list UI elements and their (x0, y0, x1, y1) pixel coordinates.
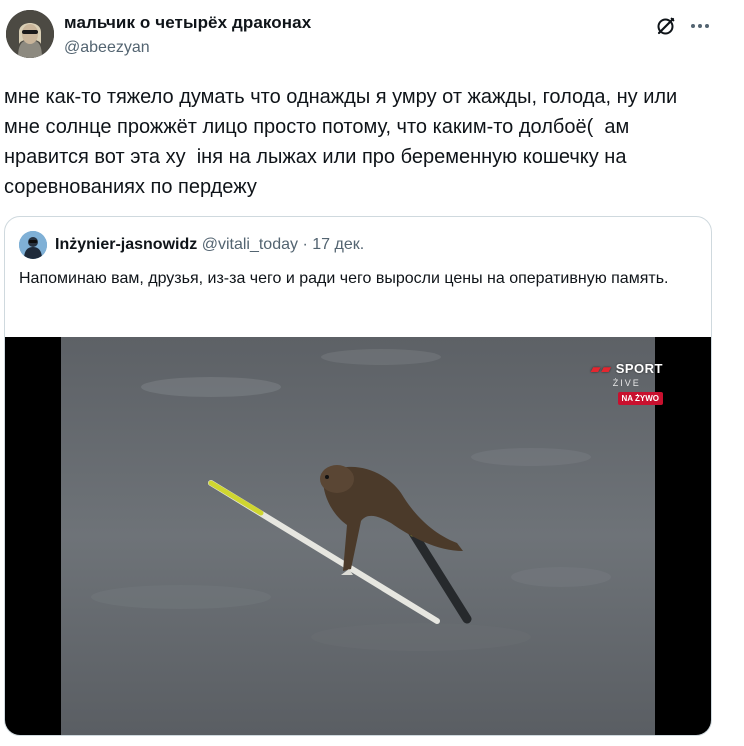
author-handle[interactable]: @abeezyan (64, 39, 150, 57)
quoted-text: Напоминаю вам, друзья, из-за чего и ради… (19, 270, 669, 287)
watermark-live: ŻIVE (612, 378, 641, 388)
watermark-sport-label: SPORT (615, 361, 663, 376)
watermark-sport: ▰▰ SPORT (590, 361, 663, 376)
quoted-media-video[interactable]: ▰▰ SPORT ŻIVE NA ŻYWO (5, 337, 711, 735)
quoted-separator: · (302, 236, 308, 253)
tweet-text: мне как-то тяжело думать что однажды я у… (4, 86, 678, 198)
grok-icon[interactable] (654, 14, 678, 38)
author-avatar[interactable] (6, 10, 54, 58)
tweet: мальчик о четырёх драконах @abeezyan мне… (0, 0, 744, 746)
author-display-name[interactable]: мальчик о четырёх драконах (64, 13, 311, 33)
quoted-author-avatar[interactable] (19, 231, 47, 259)
quoted-date[interactable]: 17 дек. (312, 236, 364, 253)
broadcast-watermark: ▰▰ SPORT ŻIVE NA ŻYWO (591, 361, 663, 406)
quoted-header: Inżynier-jasnowidz @vitali_today · 17 де… (55, 236, 364, 254)
quoted-display-name[interactable]: Inżynier-jasnowidz (55, 236, 197, 253)
live-badge: NA ŻYWO (617, 392, 663, 405)
quoted-tweet[interactable]: Inżynier-jasnowidz @vitali_today · 17 де… (4, 216, 712, 736)
ski-jump-scene-image (61, 337, 655, 735)
quoted-handle[interactable]: @vitali_today (202, 236, 298, 253)
more-icon[interactable] (688, 14, 712, 38)
